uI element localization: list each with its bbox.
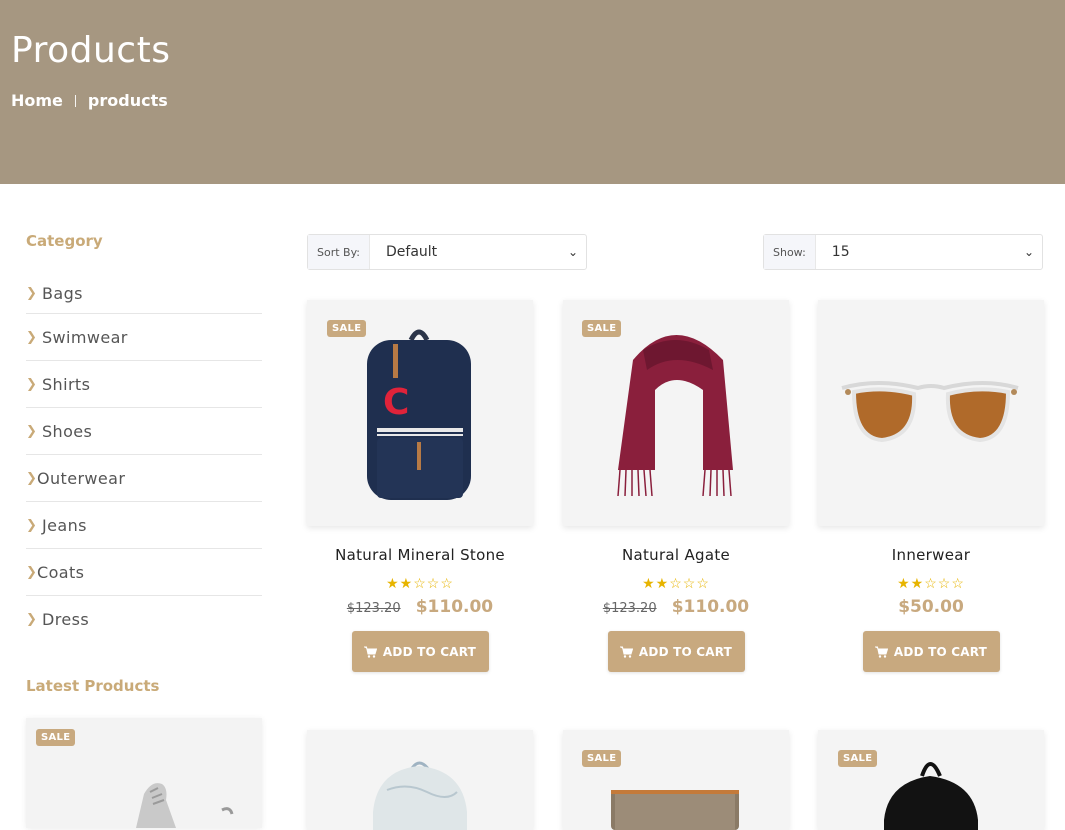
chevron-down-icon: ⌄ bbox=[1023, 245, 1034, 259]
scarf-image bbox=[617, 335, 733, 497]
chevron-right-icon: ❯ bbox=[26, 470, 38, 486]
current-price: $50.00 bbox=[898, 597, 964, 617]
show-value[interactable]: 15 ⌄ bbox=[816, 235, 1042, 269]
chevron-right-icon: ❯ bbox=[26, 564, 38, 580]
product-card: SALE bbox=[563, 730, 789, 830]
category-label: Shoes bbox=[42, 421, 93, 441]
show-select[interactable]: Show: 15 ⌄ bbox=[763, 234, 1043, 270]
add-to-cart-label: ADD TO CART bbox=[893, 644, 988, 659]
cart-icon bbox=[874, 646, 888, 658]
star-empty-icon: ☆☆☆ bbox=[924, 575, 965, 591]
current-price: $110.00 bbox=[415, 597, 494, 617]
old-price: $123.20 bbox=[346, 601, 401, 616]
chevron-right-icon: ❯ bbox=[26, 285, 38, 301]
product-image[interactable]: SALE C bbox=[307, 300, 533, 526]
category-label: Outerwear bbox=[37, 468, 126, 488]
product-name[interactable]: Natural Mineral Stone bbox=[307, 546, 533, 564]
product-image[interactable]: SALE bbox=[563, 730, 789, 830]
chevron-right-icon: ❯ bbox=[26, 376, 38, 392]
category-item-shirts[interactable]: ❯ Shirts bbox=[26, 361, 262, 408]
old-price: $123.20 bbox=[602, 601, 657, 616]
show-selected: 15 bbox=[831, 244, 850, 260]
category-item-coats[interactable]: ❯ Coats bbox=[26, 549, 262, 596]
svg-text:C: C bbox=[383, 382, 409, 423]
sunglasses-image bbox=[841, 381, 1019, 443]
chevron-right-icon: ❯ bbox=[26, 423, 38, 439]
product-image[interactable] bbox=[818, 300, 1044, 526]
price-row: $50.00 bbox=[818, 597, 1044, 617]
current-price: $110.00 bbox=[671, 597, 750, 617]
breadcrumb-separator bbox=[74, 94, 76, 107]
add-to-cart-label: ADD TO CART bbox=[382, 644, 477, 659]
price-row: $123.20 $110.00 bbox=[563, 597, 789, 617]
sort-value[interactable]: Default ⌄ bbox=[370, 235, 586, 269]
breadcrumb-current: products bbox=[87, 91, 168, 110]
add-to-cart-button[interactable]: ADD TO CART bbox=[607, 631, 745, 672]
cart-icon bbox=[619, 646, 633, 658]
add-to-cart-label: ADD TO CART bbox=[638, 644, 733, 659]
category-item-shoes[interactable]: ❯ Shoes bbox=[26, 408, 262, 455]
star-empty-icon: ☆☆☆ bbox=[413, 575, 454, 591]
star-rating: ★★☆☆☆ bbox=[818, 575, 1044, 591]
chevron-right-icon: ❯ bbox=[26, 612, 38, 627]
wallet-image bbox=[611, 790, 739, 830]
product-card bbox=[307, 730, 533, 830]
product-card: SALE C Natural Mineral Stone ★★☆☆☆ $123.… bbox=[307, 300, 533, 672]
product-name[interactable]: Innerwear bbox=[818, 546, 1044, 564]
star-rating: ★★☆☆☆ bbox=[307, 575, 533, 591]
star-filled-icon: ★★ bbox=[642, 575, 670, 591]
product-card: SALE Natural Agate ★★☆☆☆ $123.20 $110.00… bbox=[563, 300, 789, 672]
category-label: Dress bbox=[42, 610, 90, 629]
breadcrumb: Home products bbox=[11, 91, 168, 110]
category-item-dress[interactable]: ❯ Dress bbox=[26, 596, 262, 643]
product-image[interactable]: SALE bbox=[563, 300, 789, 526]
cart-icon bbox=[363, 646, 377, 658]
category-label: Bags bbox=[42, 283, 83, 303]
product-image[interactable]: SALE bbox=[818, 730, 1044, 830]
sort-label: Sort By: bbox=[308, 235, 371, 269]
price-row: $123.20 $110.00 bbox=[307, 597, 533, 617]
category-item-swimwear[interactable]: ❯ Swimwear bbox=[26, 314, 262, 361]
star-empty-icon: ☆☆☆ bbox=[669, 575, 710, 591]
chevron-down-icon: ⌄ bbox=[567, 245, 578, 259]
backpack-image bbox=[884, 762, 978, 830]
backpack-image: C bbox=[367, 329, 471, 500]
show-label: Show: bbox=[764, 235, 816, 269]
category-list: ❯ Bags ❯ Swimwear ❯ Shirts ❯ Shoes ❯ Outerwea… bbox=[26, 273, 262, 643]
chevron-right-icon: ❯ bbox=[26, 517, 38, 533]
category-heading: Category bbox=[26, 232, 103, 250]
category-label: Coats bbox=[37, 562, 85, 582]
page-title: Products bbox=[11, 30, 171, 71]
star-filled-icon: ★★ bbox=[386, 575, 414, 591]
breadcrumb-home-link[interactable]: Home bbox=[11, 91, 63, 110]
product-image[interactable] bbox=[307, 730, 533, 830]
star-rating: ★★☆☆☆ bbox=[563, 575, 789, 591]
category-label: Jeans bbox=[42, 515, 87, 535]
backpack-image bbox=[373, 761, 467, 830]
product-name[interactable]: Natural Agate bbox=[563, 546, 789, 564]
latest-products-heading: Latest Products bbox=[26, 677, 160, 695]
sort-selected: Default bbox=[386, 244, 438, 260]
category-label: Shirts bbox=[42, 374, 91, 394]
chevron-right-icon: ❯ bbox=[26, 329, 38, 345]
category-label: Swimwear bbox=[42, 327, 128, 347]
product-card: SALE bbox=[818, 730, 1044, 830]
star-filled-icon: ★★ bbox=[897, 575, 925, 591]
sort-select[interactable]: Sort By: Default ⌄ bbox=[307, 234, 587, 270]
category-sidebar: Category ❯ Bags ❯ Swimwear ❯ Shirts ❯ Shoes … bbox=[26, 232, 262, 643]
add-to-cart-button[interactable]: ADD TO CART bbox=[351, 631, 489, 672]
product-card: Innerwear ★★☆☆☆ $50.00 ADD TO CART bbox=[818, 300, 1044, 672]
category-item-outerwear[interactable]: ❯ Outerwear bbox=[26, 455, 262, 502]
add-to-cart-button[interactable]: ADD TO CART bbox=[862, 631, 1000, 672]
category-item-jeans[interactable]: ❯ Jeans bbox=[26, 502, 262, 549]
category-item-bags[interactable]: ❯ Bags bbox=[26, 273, 262, 314]
page-header: Products Home products bbox=[0, 0, 1065, 184]
